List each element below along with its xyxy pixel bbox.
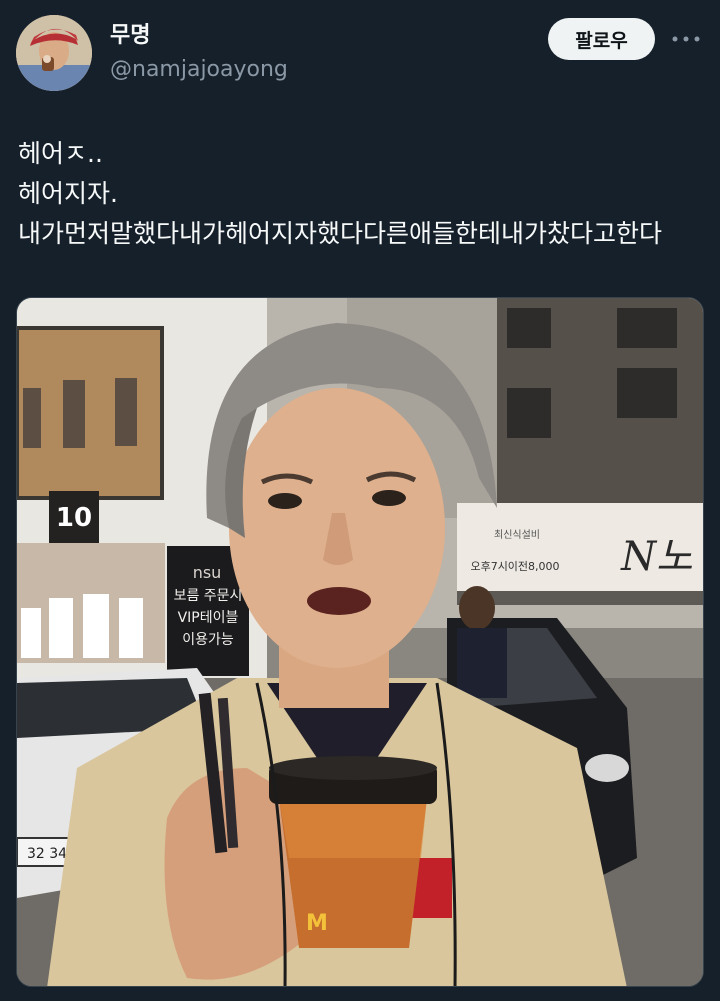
tweet-header: 무명 @namjajoayong 팔로우 <box>0 0 720 100</box>
more-options-button[interactable] <box>668 26 704 52</box>
sign-shop-big: N노 <box>620 534 693 580</box>
sign-order: 보름 주문시 <box>174 588 243 604</box>
sign-nsu: nsu <box>193 563 222 582</box>
more-dots-icon <box>672 36 700 42</box>
photo-scene: 10 nsu 보름 주문시 VIP테이블 이용가능 최신식설비 오후7시이전8,… <box>17 298 703 986</box>
sign-vip: VIP테이블 <box>178 610 239 626</box>
author-avatar[interactable] <box>16 15 92 91</box>
cup-logo: M <box>306 911 328 936</box>
sign-use: 이용가능 <box>182 632 234 648</box>
sign-10: 10 <box>56 503 92 533</box>
sign-shop-hours: 오후7시이전8,000 <box>470 560 559 573</box>
author-display-name[interactable]: 무명 <box>110 22 150 50</box>
tweet-text: 헤어ㅈ.. 헤어지자.내가먼저말했다내가헤어지자했다다른애들한테내가찼다고한다 <box>18 139 663 248</box>
follow-button[interactable]: 팔로우 <box>548 18 655 60</box>
tweet-media-photo[interactable]: 10 nsu 보름 주문시 VIP테이블 이용가능 최신식설비 오후7시이전8,… <box>16 297 704 987</box>
sign-shop-small: 최신식설비 <box>494 529 540 541</box>
author-handle[interactable]: @namjajoayong <box>110 56 288 84</box>
license-plate: 32 34 <box>27 846 67 862</box>
